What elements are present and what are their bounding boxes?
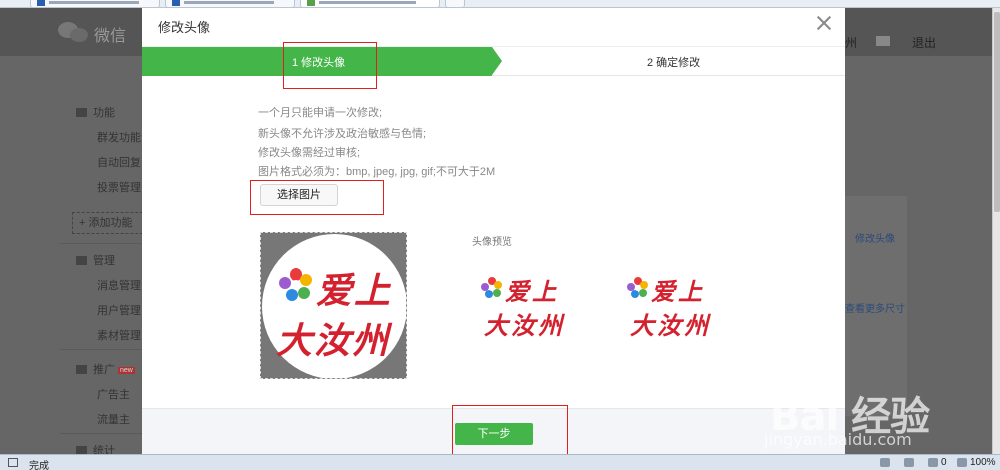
promotion-icon — [76, 365, 87, 374]
flower-icon — [481, 277, 503, 299]
change-avatar-link[interactable]: 修改头像 — [855, 230, 895, 245]
avatar-text-line1: 爱上 — [316, 270, 393, 312]
nav-section-function: 功能 — [76, 104, 115, 120]
wechat-logo-icon — [58, 20, 88, 44]
stats-icon — [76, 446, 87, 454]
step-2-label: 2 确定修改 — [647, 57, 701, 69]
page-icon — [172, 0, 180, 6]
page-status-icon — [8, 458, 18, 467]
manage-icon — [76, 256, 87, 265]
more-sizes-link[interactable]: 查看更多尺寸 — [845, 300, 905, 315]
sidebar-item-messages[interactable]: 消息管理 — [97, 277, 141, 293]
step-progress: 1 修改头像 2 确定修改 — [142, 46, 845, 76]
nav-section-stats: 统计 — [76, 442, 115, 454]
avatar-text-line1: 爱上 — [651, 277, 705, 306]
browser-tab-strip — [0, 0, 1000, 8]
instruction-line: 新头像不允许涉及政治敏感与色情; — [258, 128, 427, 140]
avatar[interactable] — [876, 36, 890, 46]
avatar-crop-preview: 爱上 大汝州 — [262, 234, 406, 378]
divider — [60, 433, 144, 434]
account-name-fragment[interactable]: 州 — [845, 34, 857, 51]
function-icon — [76, 108, 87, 117]
step-1-label: 1 修改头像 — [292, 57, 346, 69]
nav-section-manage: 管理 — [76, 252, 115, 268]
divider — [60, 243, 144, 244]
sidebar-item-vote[interactable]: 投票管理 — [97, 179, 141, 195]
wechat-tab-icon — [307, 0, 315, 6]
sidebar-item-users[interactable]: 用户管理 — [97, 302, 141, 318]
sidebar-item-materials[interactable]: 素材管理 — [97, 327, 141, 343]
preview-label: 头像预览 — [472, 237, 512, 248]
flower-icon — [279, 268, 313, 302]
zoom-level[interactable]: 100% — [970, 457, 996, 468]
instruction-line: 图片格式必须为：bmp, jpeg, jpg, gif;不可大于2M — [258, 166, 496, 178]
crop-area[interactable]: 爱上 大汝州 — [260, 232, 407, 379]
instruction-line: 一个月只能申请一次修改; — [258, 107, 383, 119]
avatar-text-line2: 大汝州 — [276, 320, 391, 362]
browser-status-bar: 完成 0 100% — [0, 454, 1000, 470]
new-badge: new — [118, 367, 135, 374]
avatar-preview-large: 爱上 大汝州 — [479, 270, 569, 340]
dialog-title: 修改头像 — [158, 20, 211, 35]
brand-name: 微信 — [94, 28, 127, 45]
sidebar-item-advertiser[interactable]: 广告主 — [97, 386, 130, 402]
change-avatar-dialog: 修改头像 1 修改头像 2 确定修改 一个月只能申请一次修改; 新头像不允许涉及… — [142, 8, 845, 454]
flower-icon — [627, 277, 649, 299]
printer-icon[interactable] — [904, 458, 914, 467]
status-text: 完成 — [29, 461, 49, 470]
zoom-icon[interactable] — [957, 458, 967, 467]
step-arrow — [492, 47, 502, 75]
instruction-line: 修改头像需经过审核; — [258, 147, 361, 159]
logout-link[interactable]: 退出 — [912, 34, 936, 51]
close-icon[interactable] — [816, 15, 832, 31]
add-function-button[interactable]: + 添加功能 — [72, 212, 148, 234]
new-tab-button[interactable] — [445, 0, 465, 8]
avatar-text-line1: 爱上 — [505, 277, 559, 306]
browser-tab[interactable] — [30, 0, 160, 8]
browser-tab[interactable] — [165, 0, 295, 8]
speaker-icon[interactable] — [880, 458, 890, 467]
page-icon — [37, 0, 45, 6]
avatar-text-line2: 大汝州 — [484, 311, 565, 340]
sidebar-item-publisher[interactable]: 流量主 — [97, 411, 130, 427]
avatar-text-line2: 大汝州 — [630, 311, 711, 340]
vertical-scrollbar[interactable] — [992, 8, 1000, 454]
browser-tab-active[interactable] — [300, 0, 440, 8]
sidebar-item-mass-send[interactable]: 群发功能 — [97, 129, 141, 145]
choose-image-button[interactable]: 选择图片 — [260, 184, 338, 206]
nav-section-promotion: 推广 new — [76, 361, 135, 377]
dialog-header: 修改头像 — [142, 8, 845, 44]
blocked-count: 0 — [941, 457, 947, 468]
avatar-preview-small: 爱上 大汝州 — [625, 270, 715, 340]
scrollbar-thumb[interactable] — [994, 12, 1000, 212]
divider — [60, 349, 144, 350]
next-step-button[interactable]: 下一步 — [455, 423, 533, 445]
sidebar-item-auto-reply[interactable]: 自动回复 — [97, 154, 141, 170]
shield-icon[interactable] — [928, 458, 938, 467]
